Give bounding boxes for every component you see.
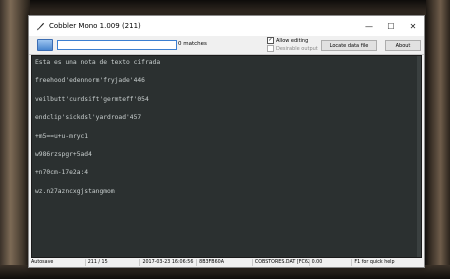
status-bar: Autosave 211 / 15 2017-03-23 16:06:56 8B… <box>29 258 424 267</box>
keyboard-icon[interactable] <box>37 39 53 51</box>
app-window: Cobbler Mono 1.009 (211) — ☐ ✕ 0 matches… <box>28 15 425 268</box>
editor-line: Esta es una nota de texto cifrada <box>35 59 161 66</box>
toolbar: 0 matches ✓ Allow editing Desirable outp… <box>29 36 424 55</box>
editor-line: endclip'sickdsl'yardroad'457 <box>35 114 142 122</box>
close-button[interactable]: ✕ <box>402 16 424 36</box>
editor-line: +m5==u+u-mryc1 <box>35 132 89 140</box>
desktop-wallpaper-top <box>0 0 450 15</box>
vertical-scrollbar[interactable] <box>417 56 421 257</box>
about-button[interactable]: About <box>385 40 421 51</box>
quill-icon <box>35 21 45 31</box>
allow-editing-checkbox[interactable]: ✓ <box>267 37 274 44</box>
maximize-button[interactable]: ☐ <box>380 16 402 36</box>
locate-data-file-button[interactable]: Locate data file <box>321 40 377 51</box>
editor-line: veilbutt'curdsift'germteff'054 <box>35 95 149 103</box>
title-bar[interactable]: Cobbler Mono 1.009 (211) — ☐ ✕ <box>29 16 424 36</box>
status-timestamp: 2017-03-23 16:06:56 <box>140 259 198 266</box>
status-value: 0.00 <box>310 259 353 266</box>
editor-line: wz.n27azncxgjstangmom <box>35 187 115 195</box>
status-position: 211 / 15 <box>86 259 141 266</box>
allow-editing-label: Allow editing <box>276 37 309 44</box>
status-mode: Autosave <box>29 259 86 266</box>
status-help: F1 for quick help <box>354 260 395 265</box>
matches-count: 0 matches <box>178 41 207 47</box>
allow-editing-checkbox-row[interactable]: ✓ Allow editing <box>267 37 308 44</box>
editor-content: Esta es una nota de texto cifrada freehoo… <box>32 56 421 196</box>
desirable-output-checkbox[interactable] <box>267 45 274 52</box>
status-checksum: 8B3FB60A <box>197 259 253 266</box>
editor-line: freehood'edennorm'fryjade'446 <box>35 77 145 85</box>
status-file: COBSTORES.DAT [FC62] <box>254 259 310 266</box>
desirable-output-label: Desirable output <box>276 45 318 52</box>
minimize-button[interactable]: — <box>358 16 380 36</box>
window-title: Cobbler Mono 1.009 (211) <box>49 22 141 30</box>
desktop-wallpaper-right <box>426 0 450 279</box>
desktop-wallpaper-left <box>0 0 30 279</box>
search-input[interactable] <box>57 40 177 50</box>
desirable-output-checkbox-row[interactable]: Desirable output <box>267 45 318 52</box>
text-editor[interactable]: Esta es una nota de texto cifrada freehoo… <box>31 55 422 258</box>
editor-line: w986rzspgr+5ad4 <box>35 150 92 158</box>
editor-line: +n70cm-17e2a:4 <box>35 169 89 177</box>
